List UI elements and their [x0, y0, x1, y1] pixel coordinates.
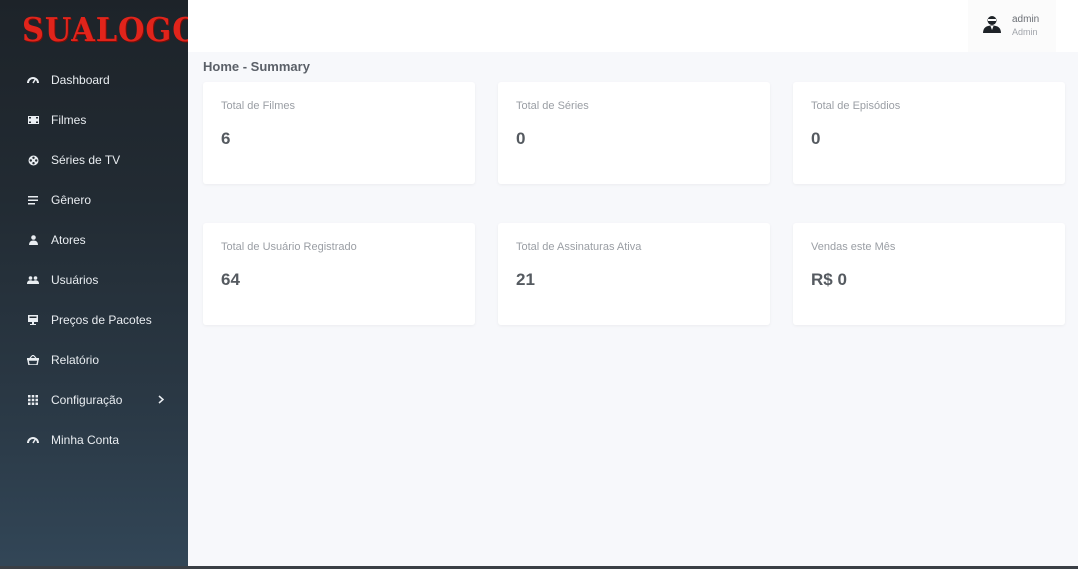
basket-icon [26, 353, 40, 367]
list-icon [26, 193, 40, 207]
stat-label: Total de Episódios [811, 100, 901, 112]
sidebar-item-genero[interactable]: Gênero [0, 180, 188, 220]
sidebar-item-label: Séries de TV [51, 153, 121, 167]
stat-card-assinaturas: Total de Assinaturas Ativa 21 [498, 223, 770, 325]
sidebar-item-relatorio[interactable]: Relatório [0, 340, 188, 380]
stat-value: 0 [811, 129, 821, 148]
sidebar-item-precos[interactable]: Preços de Pacotes [0, 300, 188, 340]
sidebar-item-label: Preços de Pacotes [51, 313, 152, 327]
gauge-icon [26, 73, 40, 87]
user-icon [26, 233, 40, 247]
logo[interactable]: SUALOGO [22, 10, 199, 50]
stat-value: 21 [516, 270, 535, 289]
sidebar-item-atores[interactable]: Atores [0, 220, 188, 260]
stat-label: Total de Assinaturas Ativa [516, 241, 642, 253]
avatar [982, 14, 1002, 39]
stat-label: Vendas este Mês [811, 241, 896, 253]
monitor-icon [26, 313, 40, 327]
sidebar-item-dashboard[interactable]: Dashboard [0, 60, 188, 100]
stat-label: Total de Séries [516, 100, 589, 112]
gauge-icon [26, 433, 40, 447]
sidebar-item-label: Usuários [51, 273, 99, 287]
stat-card-filmes: Total de Filmes 6 [203, 82, 475, 184]
users-icon [26, 273, 40, 287]
sidebar-item-label: Dashboard [51, 73, 110, 87]
sidebar-item-filmes[interactable]: Filmes [0, 100, 188, 140]
sidebar: SUALOGO Dashboard Filmes Séries de TV Gê… [0, 0, 199, 566]
sidebar-item-label: Gênero [51, 193, 92, 207]
user-role: Admin [1012, 27, 1038, 37]
top-header: admin Admin [188, 0, 1078, 52]
user-name: admin [1012, 14, 1040, 25]
stat-label: Total de Usuário Registrado [221, 241, 357, 253]
sidebar-item-label: Atores [51, 233, 86, 247]
sidebar-item-label: Relatório [51, 353, 100, 367]
stat-value: 64 [221, 270, 240, 289]
film-icon [26, 113, 40, 127]
user-menu[interactable]: admin Admin [968, 0, 1056, 52]
sidebar-item-usuarios[interactable]: Usuários [0, 260, 188, 300]
stat-card-series: Total de Séries 0 [498, 82, 770, 184]
stat-card-vendas: Vendas este Mês R$ 0 [793, 223, 1065, 325]
sidebar-item-label: Configuração [51, 393, 123, 407]
sidebar-item-configuracao[interactable]: Configuração [0, 380, 188, 420]
stat-card-episodios: Total de Episódios 0 [793, 82, 1065, 184]
sidebar-item-label: Minha Conta [51, 433, 120, 447]
stat-value: 0 [516, 129, 526, 148]
stat-card-usuarios: Total de Usuário Registrado 64 [203, 223, 475, 325]
chevron-right-icon[interactable] [158, 393, 165, 407]
grid-icon [26, 393, 40, 407]
user-info: admin Admin [1012, 14, 1039, 38]
reel-icon [26, 153, 40, 167]
sidebar-nav: Dashboard Filmes Séries de TV Gênero Ato… [0, 60, 188, 460]
sidebar-item-label: Filmes [51, 113, 87, 127]
sidebar-item-series[interactable]: Séries de TV [0, 140, 188, 180]
stat-label: Total de Filmes [221, 100, 295, 112]
sidebar-item-minha-conta[interactable]: Minha Conta [0, 420, 188, 460]
breadcrumb: Home - Summary [203, 59, 310, 74]
stat-value: R$ 0 [811, 270, 847, 289]
stat-value: 6 [221, 129, 231, 148]
